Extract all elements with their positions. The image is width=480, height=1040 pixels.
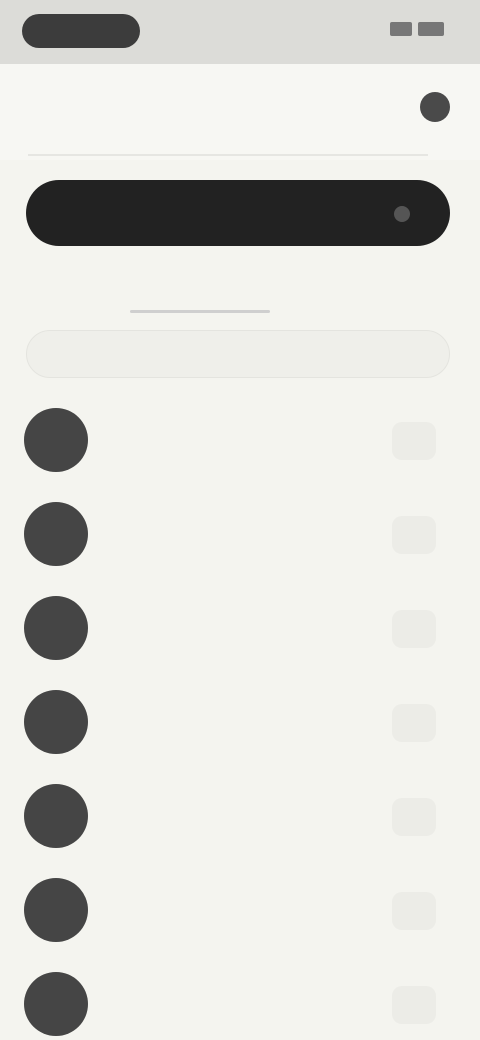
signal-icon bbox=[390, 22, 412, 36]
primary-action-button[interactable] bbox=[26, 180, 450, 246]
list-item[interactable] bbox=[0, 486, 480, 580]
arrow-icon bbox=[394, 206, 410, 222]
search-input[interactable] bbox=[26, 330, 450, 378]
list-item[interactable] bbox=[0, 392, 480, 486]
list-item[interactable] bbox=[0, 768, 480, 862]
battery-icon bbox=[418, 22, 444, 36]
header bbox=[0, 64, 480, 160]
avatar bbox=[24, 690, 88, 754]
list-item-action-button[interactable] bbox=[392, 422, 436, 460]
avatar bbox=[24, 596, 88, 660]
avatar bbox=[24, 878, 88, 942]
avatar bbox=[24, 408, 88, 472]
avatar bbox=[24, 502, 88, 566]
status-bar bbox=[0, 0, 480, 64]
avatar bbox=[24, 972, 88, 1036]
avatar bbox=[24, 784, 88, 848]
list-item-action-button[interactable] bbox=[392, 704, 436, 742]
list-item[interactable] bbox=[0, 956, 480, 1040]
list-item-action-button[interactable] bbox=[392, 610, 436, 648]
list-item-action-button[interactable] bbox=[392, 986, 436, 1024]
list-item[interactable] bbox=[0, 862, 480, 956]
list-item[interactable] bbox=[0, 674, 480, 768]
settings-icon[interactable] bbox=[420, 92, 450, 122]
contact-list bbox=[0, 392, 480, 1040]
tab-indicator bbox=[130, 310, 270, 313]
status-icons bbox=[390, 22, 444, 36]
list-item-action-button[interactable] bbox=[392, 516, 436, 554]
list-item[interactable] bbox=[0, 580, 480, 674]
tab-bar bbox=[0, 262, 480, 322]
status-time bbox=[22, 14, 140, 48]
divider bbox=[28, 154, 428, 156]
list-item-action-button[interactable] bbox=[392, 892, 436, 930]
list-item-action-button[interactable] bbox=[392, 798, 436, 836]
